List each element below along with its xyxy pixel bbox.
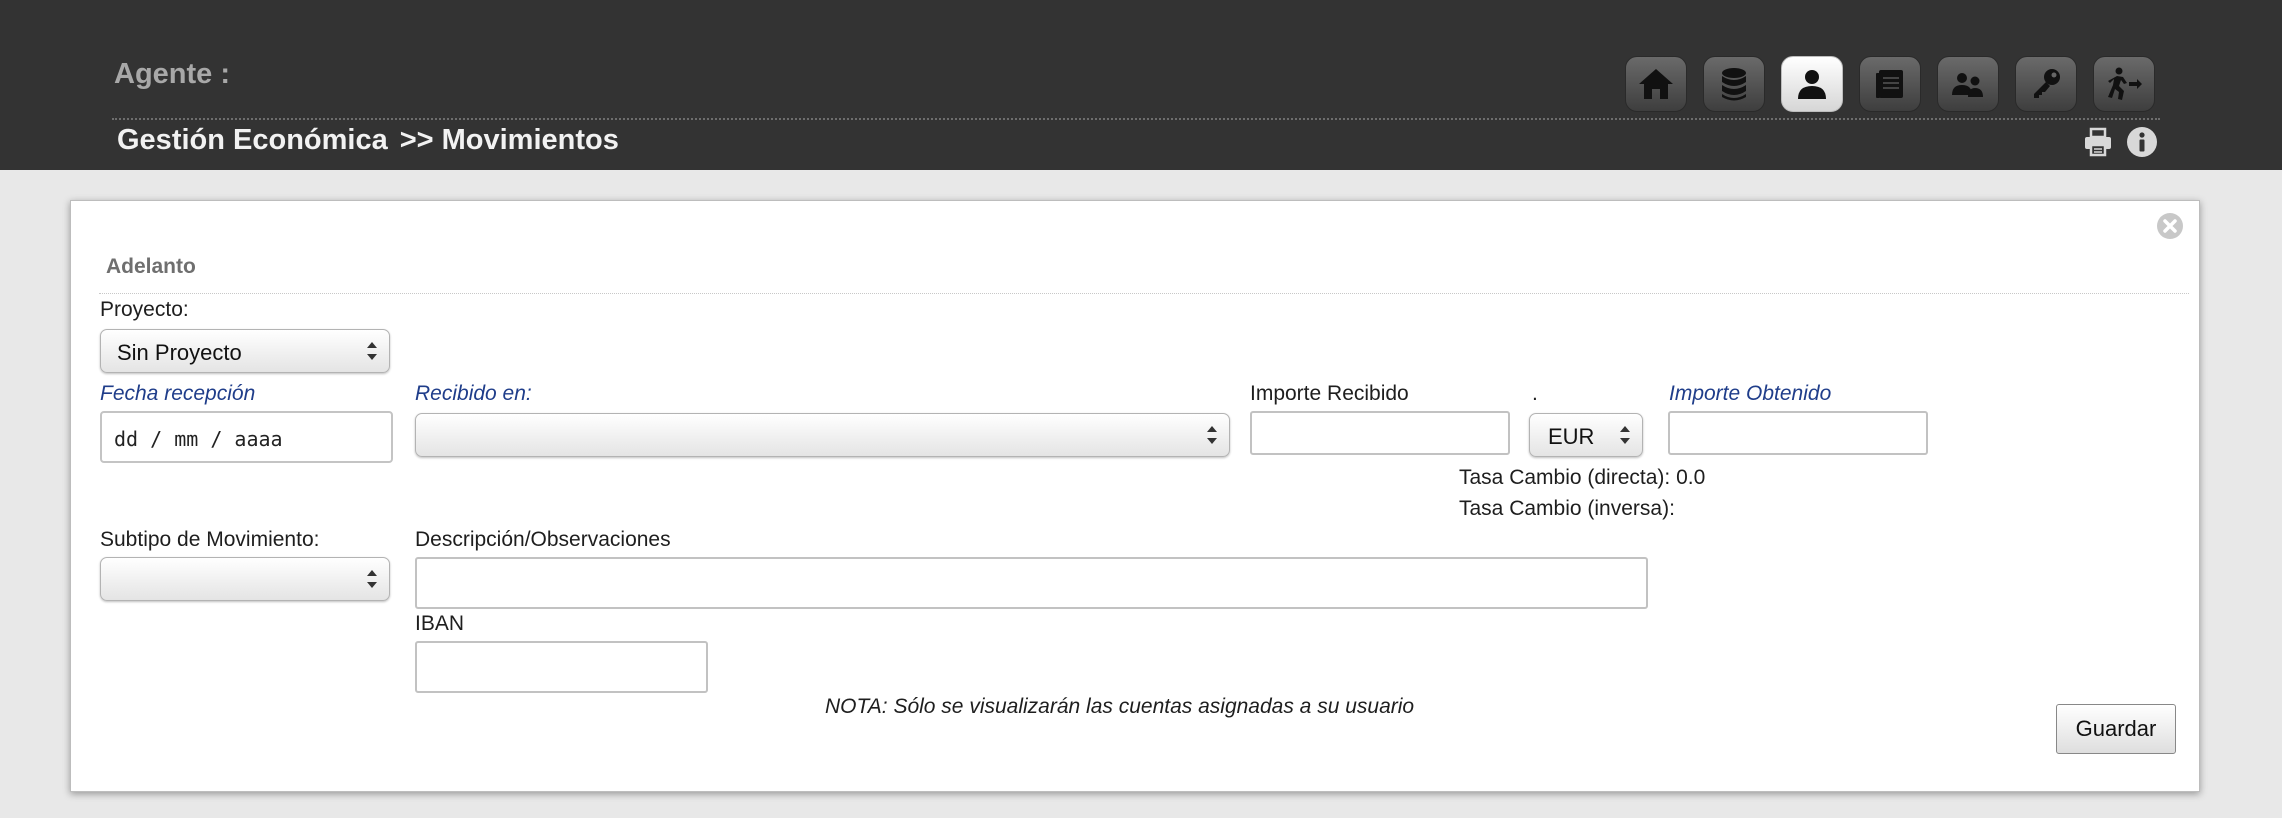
select-arrows-icon (1207, 426, 1217, 444)
printer-icon[interactable] (2082, 126, 2114, 158)
nav-users-button[interactable] (1937, 56, 1999, 112)
nav-home-button[interactable] (1625, 56, 1687, 112)
nav-exit-button[interactable] (2093, 56, 2155, 112)
iban-label: IBAN (415, 612, 465, 635)
currency-label: . (1532, 382, 1538, 405)
proyecto-label: Proyecto: (100, 298, 189, 321)
tasa-inversa-row: Tasa Cambio (inversa): (1459, 497, 1675, 521)
select-arrows-icon (367, 570, 377, 588)
book-icon (1876, 70, 1903, 98)
recibido-en-label: Recibido en: (415, 382, 532, 405)
panel-divider (99, 293, 2189, 294)
database-icon (1722, 68, 1746, 101)
proyecto-select[interactable]: Sin Proyecto (100, 329, 390, 373)
importe-recibido-label: Importe Recibido (1250, 382, 1409, 405)
proyecto-select-value: Sin Proyecto (117, 340, 242, 365)
close-icon[interactable] (2155, 211, 2185, 241)
fecha-recepcion-input[interactable]: dd / mm / aaaa (100, 411, 393, 463)
tasa-directa-value: 0.0 (1676, 466, 1706, 489)
header-divider (112, 118, 2160, 120)
descripcion-label: Descripción/Observaciones (415, 528, 671, 551)
fecha-recepcion-label: Fecha recepción (100, 382, 256, 405)
importe-obtenido-label: Importe Obtenido (1669, 382, 1832, 405)
subtipo-movimiento-label: Subtipo de Movimiento: (100, 528, 320, 551)
breadcrumb-section[interactable]: Gestión Económica (117, 124, 388, 156)
tasa-directa-row: Tasa Cambio (directa): 0.0 (1459, 466, 1705, 490)
nav-user-button[interactable] (1781, 56, 1843, 112)
select-arrows-icon (1620, 426, 1630, 444)
breadcrumb: Gestión Económica >> Movimientos (117, 124, 619, 157)
agent-label: Agente : (114, 58, 230, 90)
descripcion-input[interactable] (415, 557, 1648, 609)
importe-obtenido-input[interactable] (1668, 411, 1928, 455)
key-icon (2034, 69, 2060, 98)
breadcrumb-page: Movimientos (441, 124, 619, 156)
cuentas-note: NOTA: Sólo se visualizarán las cuentas a… (825, 695, 1415, 718)
recibido-en-select[interactable] (415, 413, 1230, 457)
importe-recibido-input[interactable] (1250, 411, 1510, 455)
iban-input[interactable] (415, 641, 708, 693)
app-header: Agente : Gestión Económica >> Movimiento… (0, 0, 2282, 170)
exit-icon (2108, 67, 2142, 100)
currency-select[interactable]: EUR (1529, 413, 1643, 457)
adelanto-panel: Adelanto Proyecto: Sin Proyecto Fecha re… (70, 200, 2200, 792)
currency-select-value: EUR (1548, 424, 1595, 449)
home-icon (1639, 69, 1673, 99)
select-arrows-icon (367, 342, 377, 360)
nav-key-button[interactable] (2015, 56, 2077, 112)
tasa-directa-label: Tasa Cambio (directa): (1459, 466, 1671, 489)
subtipo-movimiento-select[interactable] (100, 557, 390, 601)
save-button[interactable]: Guardar (2056, 704, 2176, 754)
breadcrumb-separator: >> (399, 124, 434, 156)
tasa-inversa-label: Tasa Cambio (inversa): (1459, 497, 1675, 520)
info-icon[interactable] (2126, 126, 2158, 158)
user-icon (1798, 70, 1826, 99)
panel-title: Adelanto (106, 255, 196, 278)
nav-book-button[interactable] (1859, 56, 1921, 112)
users-icon (1952, 73, 1983, 97)
nav-database-button[interactable] (1703, 56, 1765, 112)
